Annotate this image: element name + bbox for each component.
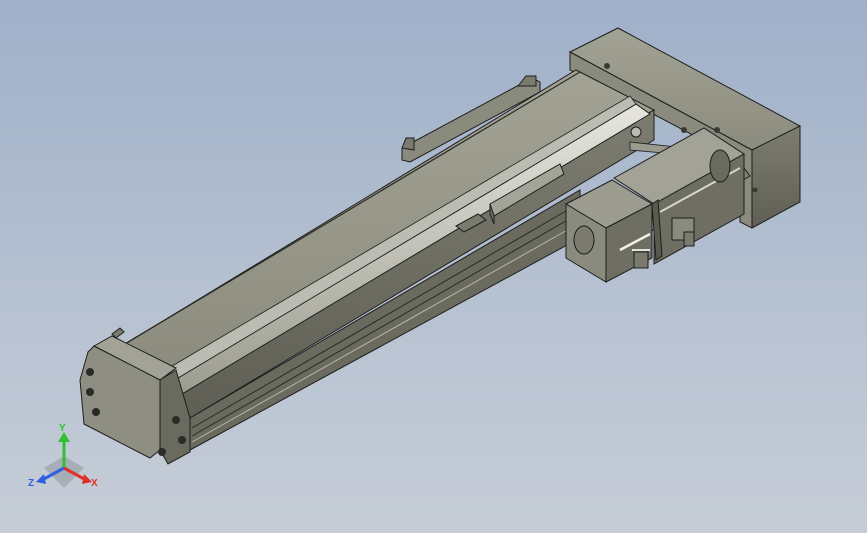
- linear-actuator-model[interactable]: Y X Z: [0, 0, 867, 533]
- x-axis-label: X: [91, 478, 98, 489]
- z-axis-arrowhead: [36, 474, 46, 484]
- z-axis-label: Z: [28, 478, 34, 489]
- y-axis-label: Y: [59, 423, 66, 434]
- graphics-viewport[interactable]: Y X Z: [0, 0, 867, 533]
- axis-triad[interactable]: Y X Z: [28, 423, 98, 489]
